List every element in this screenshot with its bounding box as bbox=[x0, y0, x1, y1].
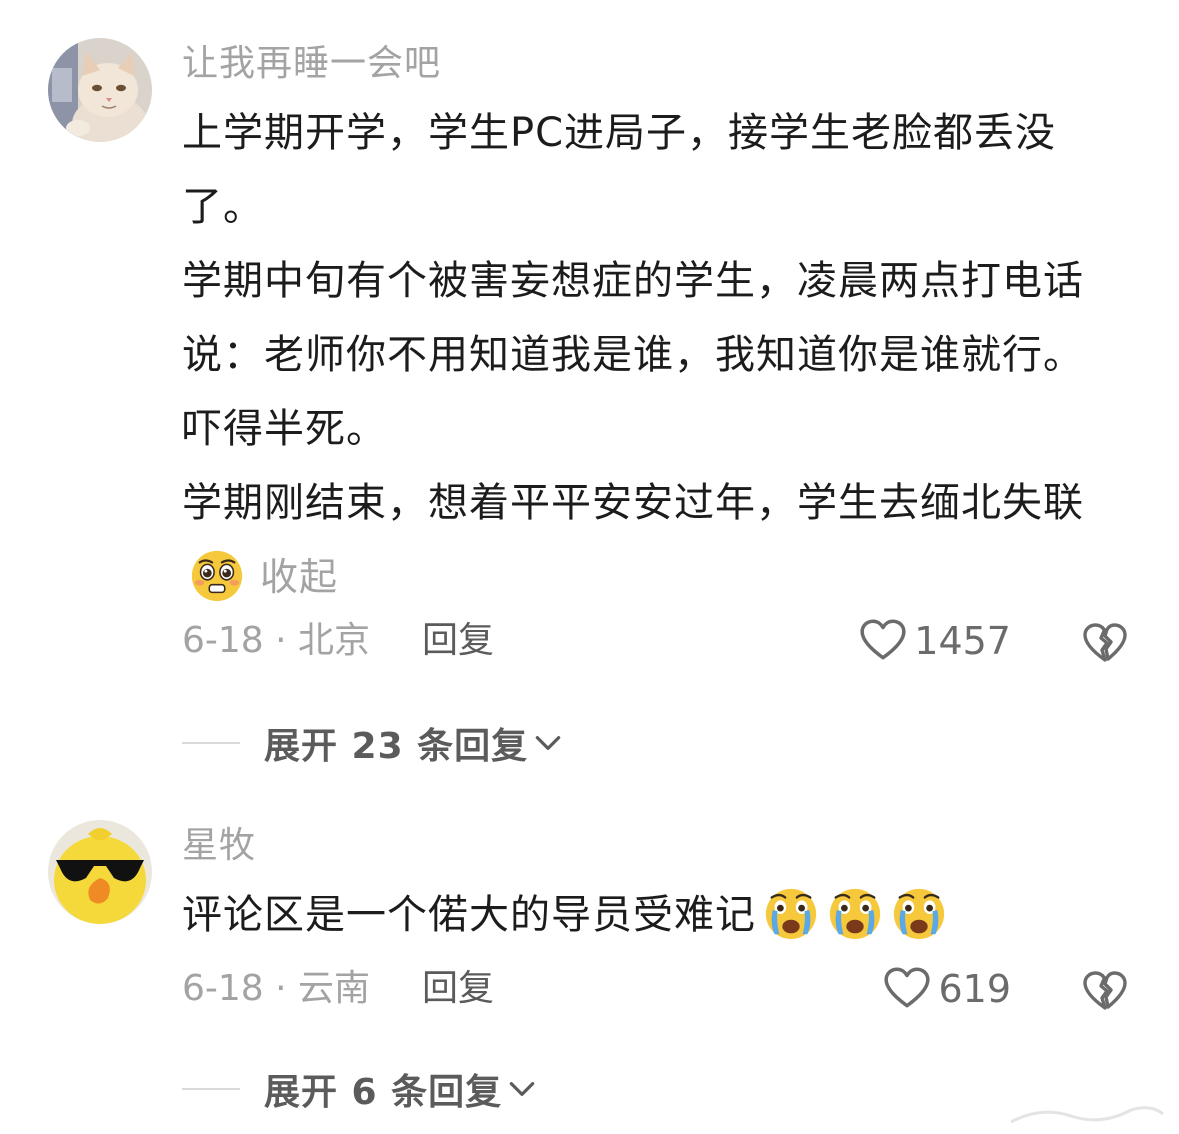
like-count: 619 bbox=[938, 967, 1011, 1011]
expand-replies-button[interactable]: 展开 6 条回复 bbox=[182, 1064, 538, 1114]
comment-paragraph: 上学期开学，学生PC进局子，接学生老脸都丢没了。 bbox=[182, 110, 1057, 230]
heart-outline-icon bbox=[882, 964, 932, 1014]
comment-content: 上学期开学，学生PC进局子，接学生老脸都丢没了。 学期中旬有个被害妄想症的学生，… bbox=[182, 96, 1112, 614]
expand-replies-button[interactable]: 展开 23 条回复 bbox=[182, 718, 564, 768]
broken-heart-icon[interactable] bbox=[1081, 967, 1129, 1015]
chevron-down-icon bbox=[506, 1073, 538, 1105]
crying-face-emoji bbox=[826, 884, 884, 942]
duck-sunglasses-avatar[interactable] bbox=[48, 820, 152, 924]
date-location: 6-18 · 云南 bbox=[182, 968, 371, 1009]
watermark-logo bbox=[1010, 1106, 1164, 1124]
like-button[interactable]: 619 bbox=[882, 964, 1011, 1014]
comment-meta: 6-18 · 北京 回复 1457 bbox=[182, 616, 1129, 666]
broken-heart-icon[interactable] bbox=[1081, 619, 1129, 667]
comment-meta: 6-18 · 云南 回复 619 bbox=[182, 964, 1129, 1014]
comment-content: 评论区是一个偌大的导员受难记 bbox=[182, 878, 1112, 952]
heart-outline-icon bbox=[858, 616, 908, 666]
divider bbox=[182, 742, 240, 744]
collapse-link[interactable]: 收起 bbox=[260, 555, 338, 599]
chevron-down-icon bbox=[532, 727, 564, 759]
like-count: 1457 bbox=[914, 619, 1011, 663]
comment-paragraph: 学期中旬有个被害妄想症的学生，凌晨两点打电话说：老师你不用知道我是谁，我知道你是… bbox=[182, 258, 1084, 452]
crying-face-emoji bbox=[890, 884, 948, 942]
comment-text: 学期刚结束，想着平平安安过年，学生去缅北失联 bbox=[182, 480, 1084, 526]
crying-face-emoji bbox=[762, 884, 820, 942]
comment-paragraph: 评论区是一个偌大的导员受难记 bbox=[182, 878, 1112, 952]
comment-text: 评论区是一个偌大的导员受难记 bbox=[182, 892, 756, 938]
like-button[interactable]: 1457 bbox=[858, 616, 1011, 666]
divider bbox=[182, 1088, 240, 1090]
cat-avatar[interactable] bbox=[48, 38, 152, 142]
pleading-face-emoji bbox=[188, 546, 246, 604]
expand-replies-label: 展开 6 条回复 bbox=[264, 1072, 503, 1113]
expand-replies-label: 展开 23 条回复 bbox=[264, 726, 529, 767]
username[interactable]: 星牧 bbox=[182, 824, 256, 868]
date-location: 6-18 · 北京 bbox=[182, 620, 371, 661]
reply-button[interactable]: 回复 bbox=[422, 616, 494, 666]
reply-button[interactable]: 回复 bbox=[422, 964, 494, 1014]
comment-paragraph: 学期刚结束，想着平平安安过年，学生去缅北失联收起 bbox=[182, 466, 1112, 614]
username[interactable]: 让我再睡一会吧 bbox=[182, 42, 441, 86]
